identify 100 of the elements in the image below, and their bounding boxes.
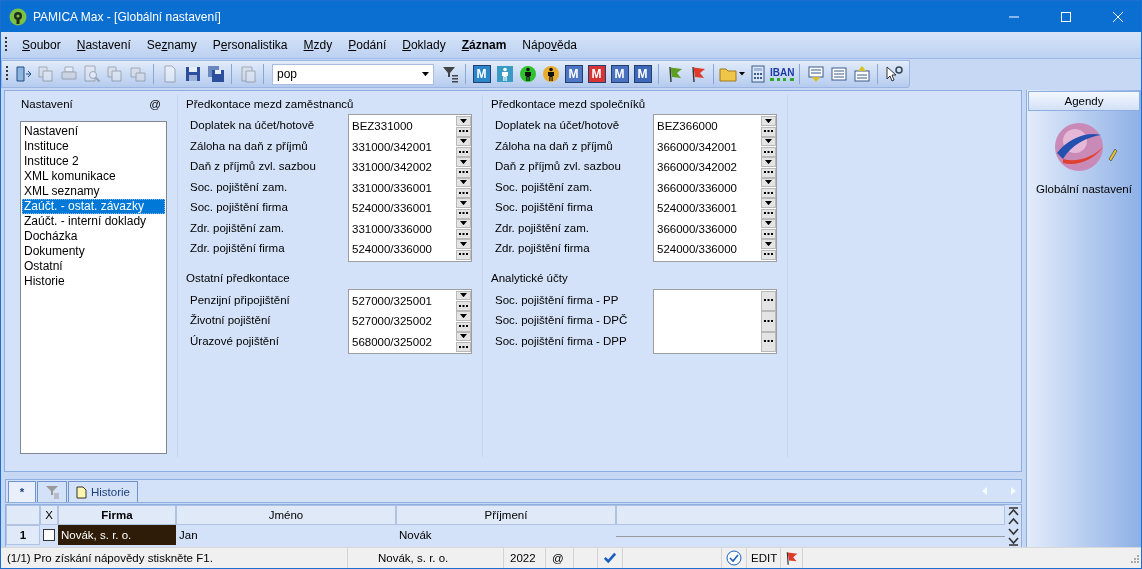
dropdown-button[interactable] <box>761 116 776 126</box>
account-value: BEZ331000 <box>352 120 413 132</box>
scroll-arrow-icon[interactable] <box>1006 536 1020 546</box>
browse-button[interactable] <box>761 147 776 157</box>
browse-button[interactable] <box>456 321 471 332</box>
browse-button[interactable] <box>761 167 776 178</box>
dropdown-button[interactable] <box>761 239 776 249</box>
browse-button[interactable] <box>761 311 776 332</box>
ellipsis-icon <box>764 340 773 344</box>
dropdown-button[interactable] <box>456 331 471 342</box>
list-item[interactable]: XML seznamy <box>22 184 165 199</box>
browse-button[interactable] <box>761 188 776 198</box>
document-icon <box>76 485 87 499</box>
field-label: Soc. pojištění firma - DPČ <box>495 314 628 326</box>
column-header[interactable]: Příjmení <box>396 505 616 525</box>
table-cell: Novák, s. r. o. <box>58 525 176 545</box>
menu-item[interactable]: Soubor <box>14 35 69 55</box>
account-list-field[interactable]: 527000/325001 527000/325002 568000/325002 <box>348 288 472 354</box>
dropdown-button[interactable] <box>761 198 776 208</box>
caret-icon <box>765 221 772 226</box>
search-combo[interactable]: pop <box>272 63 434 85</box>
list-item[interactable]: Ostatní <box>22 259 165 274</box>
caret-icon <box>765 241 772 246</box>
dropdown-button[interactable] <box>761 136 776 147</box>
account-value: 524000/336000 <box>657 243 737 255</box>
scroll-arrow-icon[interactable] <box>1006 506 1020 516</box>
list-item[interactable]: Instituce <box>22 139 165 154</box>
caret-icon <box>460 200 467 205</box>
dropdown-button[interactable] <box>456 116 471 126</box>
browse-button[interactable] <box>456 208 471 219</box>
browse-button[interactable] <box>761 249 776 260</box>
agenda-label[interactable]: Globální nastavení <box>1036 183 1132 195</box>
account-value: 366000/336000 <box>657 181 737 194</box>
browse-button[interactable] <box>456 147 471 157</box>
grip-icon <box>5 36 8 54</box>
letter-tile-button[interactable]: M <box>471 62 492 86</box>
caret-icon <box>460 241 467 246</box>
checkmark-icon <box>604 552 616 564</box>
browse-button[interactable] <box>761 331 776 352</box>
dropdown-button[interactable] <box>456 311 471 321</box>
dropdown-button[interactable] <box>456 136 471 147</box>
browse-button[interactable] <box>761 126 776 137</box>
browse-button[interactable] <box>456 249 471 260</box>
column-header[interactable]: Jméno <box>176 505 396 525</box>
iban-button[interactable]: IBAN <box>770 62 795 86</box>
browse-button[interactable] <box>761 208 776 219</box>
column-header[interactable]: Firma <box>58 505 176 525</box>
caret-icon <box>765 118 772 123</box>
dropdown-button[interactable] <box>761 177 776 188</box>
menu-item[interactable]: Nápověda <box>514 35 586 55</box>
browse-button[interactable] <box>761 290 776 311</box>
dropdown-button[interactable] <box>456 157 471 167</box>
account-list-field[interactable]: BEZ366000 366000/342001 366000/342002 366000/336000 524000/336001 366000/336000 524000/336000 <box>653 114 777 262</box>
dropdown-button[interactable] <box>456 198 471 208</box>
account-list-field[interactable]: BEZ331000 331000/342001 331000/342002 331000/336001 524000/336001 331000/336000 524000/336000 <box>348 114 472 262</box>
section-title: Ostatní předkontace <box>186 271 291 286</box>
dropdown-button[interactable] <box>456 218 471 229</box>
browse-button[interactable] <box>456 342 471 352</box>
list-item[interactable]: Zaúčt. - interní doklady <box>22 214 165 229</box>
dropdown-button[interactable] <box>456 177 471 188</box>
tab[interactable]: * <box>8 481 36 502</box>
dropdown-button[interactable] <box>456 290 471 301</box>
status-company: Novák, s. r. o. <box>378 552 449 564</box>
dropdown-button[interactable] <box>761 218 776 229</box>
list-item[interactable]: XML komunikace <box>22 169 165 184</box>
letter-tile-button[interactable]: M <box>632 62 653 86</box>
list-item[interactable]: Instituce 2 <box>22 154 165 169</box>
menu-item[interactable]: Záznam <box>453 35 515 55</box>
menu-item[interactable]: Personalistika <box>204 35 296 55</box>
dropdown-button[interactable] <box>456 239 471 249</box>
list-item[interactable]: Dokumenty <box>22 244 165 259</box>
tab[interactable]: Historie <box>68 481 138 502</box>
menu-item[interactable]: Podání <box>340 35 395 55</box>
browse-button[interactable] <box>456 229 471 239</box>
list-item[interactable]: Nastavení <box>22 124 165 139</box>
account-list-field[interactable] <box>653 288 777 354</box>
browse-button[interactable] <box>761 229 776 239</box>
dropdown-button[interactable] <box>761 157 776 167</box>
menu-item[interactable]: Doklady <box>394 35 454 55</box>
field-label: Doplatek na účet/hotově <box>495 119 620 131</box>
menu-item[interactable]: Seznamy <box>138 35 205 55</box>
list-item[interactable]: Historie <box>22 274 165 289</box>
ellipsis-icon <box>764 150 773 154</box>
agendas-header: Agendy <box>1028 91 1140 111</box>
browse-button[interactable] <box>456 167 471 178</box>
letter-tile-button[interactable]: M <box>586 62 607 86</box>
list-item[interactable]: Docházka <box>22 229 165 244</box>
browse-button[interactable] <box>456 188 471 198</box>
caret-icon <box>765 139 772 144</box>
column-header[interactable]: X <box>40 505 58 525</box>
letter-tile-button[interactable]: M <box>563 62 584 86</box>
caret-icon <box>460 118 467 123</box>
list-item[interactable]: Zaúčt. - ostat. závazky <box>22 199 165 214</box>
letter-tile-button[interactable]: M <box>609 62 630 86</box>
browse-button[interactable] <box>456 126 471 137</box>
menu-item[interactable]: Nastavení <box>68 35 139 55</box>
checkbox[interactable] <box>43 529 55 541</box>
menu-item[interactable]: Mzdy <box>295 35 341 55</box>
table-cell-text: Novák <box>398 528 433 543</box>
browse-button[interactable] <box>456 301 471 311</box>
